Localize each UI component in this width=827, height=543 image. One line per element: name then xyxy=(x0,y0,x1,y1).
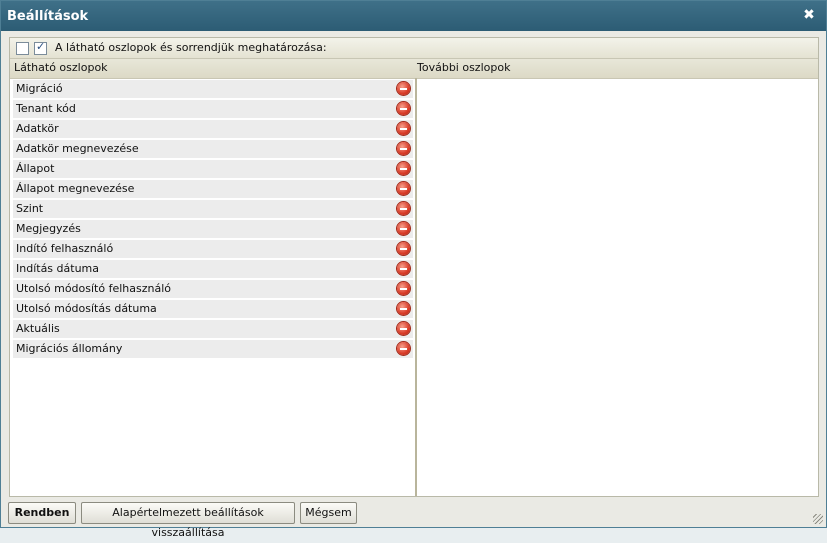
columns-panel: A látható oszlopok és sorrendjük meghatá… xyxy=(9,37,819,497)
visible-columns-header: Látható oszlopok xyxy=(14,61,108,74)
list-item[interactable]: Indítás dátuma xyxy=(13,260,413,278)
list-item-label: Megjegyzés xyxy=(16,222,81,235)
remove-icon[interactable] xyxy=(397,282,410,295)
list-item[interactable]: Migrációs állomány xyxy=(13,340,413,358)
list-item-label: Állapot megnevezése xyxy=(16,182,135,195)
visible-columns-list: Migráció Tenant kód Adatkör Adatkör megneve… xyxy=(13,80,413,360)
list-item[interactable]: Állapot xyxy=(13,160,413,178)
remove-icon[interactable] xyxy=(397,342,410,355)
remove-icon[interactable] xyxy=(397,302,410,315)
list-item[interactable]: Indító felhasználó xyxy=(13,240,413,258)
list-item-label: Adatkör megnevezése xyxy=(16,142,139,155)
list-item-label: Aktuális xyxy=(16,322,60,335)
close-icon[interactable]: ✖ xyxy=(801,7,817,23)
list-item[interactable]: Utolsó módosítás dátuma xyxy=(13,300,413,318)
list-item[interactable]: Adatkör xyxy=(13,120,413,138)
remove-icon[interactable] xyxy=(397,222,410,235)
list-item[interactable]: Adatkör megnevezése xyxy=(13,140,413,158)
panel-divider[interactable] xyxy=(415,78,417,496)
list-item[interactable]: Migráció xyxy=(13,80,413,98)
list-item-label: Migrációs állomány xyxy=(16,342,123,355)
dialog-title: Beállítások xyxy=(7,9,89,24)
list-item[interactable]: Aktuális xyxy=(13,320,413,338)
toolbar-label: A látható oszlopok és sorrendjük meghatá… xyxy=(55,41,327,54)
list-item[interactable]: Szint xyxy=(13,200,413,218)
title-bar[interactable]: Beállítások ✖ xyxy=(1,1,826,31)
other-columns-header: További oszlopok xyxy=(417,61,511,74)
toggle-checkbox[interactable] xyxy=(34,40,47,55)
reset-defaults-button[interactable]: Alapértelmezett beállítások visszaállítá… xyxy=(81,502,295,539)
list-item-label: Migráció xyxy=(16,82,63,95)
list-item-label: Utolsó módosító felhasználó xyxy=(16,282,172,295)
list-item[interactable]: Utolsó módosító felhasználó xyxy=(13,280,413,298)
list-item-label: Tenant kód xyxy=(16,102,76,115)
cancel-button[interactable]: Mégsem xyxy=(300,502,357,524)
column-headers: Látható oszlopok További oszlopok xyxy=(10,59,818,79)
list-item-label: Szint xyxy=(16,202,44,215)
ok-button[interactable]: Rendben xyxy=(8,502,76,524)
select-all-checkbox[interactable] xyxy=(16,42,29,55)
remove-icon[interactable] xyxy=(397,182,410,195)
panel-toolbar: A látható oszlopok és sorrendjük meghatá… xyxy=(10,38,818,59)
list-item[interactable]: Állapot megnevezése xyxy=(13,180,413,198)
settings-dialog: Beállítások ✖ A látható oszlopok és sorr… xyxy=(0,0,827,539)
remove-icon[interactable] xyxy=(397,202,410,215)
remove-icon[interactable] xyxy=(397,262,410,275)
remove-icon[interactable] xyxy=(397,242,410,255)
remove-icon[interactable] xyxy=(397,142,410,155)
remove-icon[interactable] xyxy=(397,102,410,115)
list-item-label: Indítás dátuma xyxy=(16,262,99,275)
resize-grip-icon[interactable] xyxy=(813,514,823,524)
list-item-label: Utolsó módosítás dátuma xyxy=(16,302,157,315)
list-item-label: Indító felhasználó xyxy=(16,242,114,255)
remove-icon[interactable] xyxy=(397,162,410,175)
list-item[interactable]: Megjegyzés xyxy=(13,220,413,238)
remove-icon[interactable] xyxy=(397,82,410,95)
other-columns-list xyxy=(418,79,817,495)
list-item-label: Állapot xyxy=(16,162,55,175)
remove-icon[interactable] xyxy=(397,122,410,135)
remove-icon[interactable] xyxy=(397,322,410,335)
list-item-label: Adatkör xyxy=(16,122,59,135)
list-item[interactable]: Tenant kód xyxy=(13,100,413,118)
